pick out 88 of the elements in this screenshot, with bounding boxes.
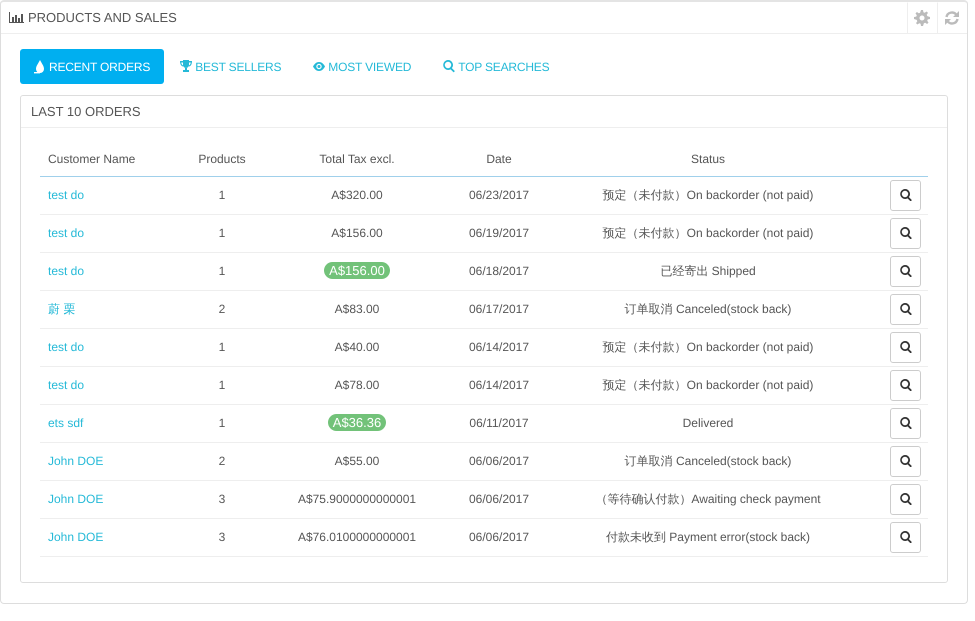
total-badge: A$156.00 xyxy=(324,262,390,280)
table-cell: 06/11/2017 xyxy=(469,416,529,430)
table-cell: 1 xyxy=(218,264,226,278)
table-cell: Delivered xyxy=(682,416,734,430)
table-cell: 06/23/2017 xyxy=(468,188,530,202)
table-cell: 1 xyxy=(218,188,226,202)
search-icon xyxy=(900,417,912,429)
column-header: Products xyxy=(198,152,246,166)
bar-chart-icon xyxy=(9,12,24,23)
drop-icon xyxy=(34,60,46,74)
table-cell: （等待确认付款）Awaiting check payment xyxy=(595,492,821,506)
table-cell: 预定（未付款）On backorder (not paid) xyxy=(602,340,814,354)
table-cell: 付款未收到 Payment error(stock back) xyxy=(606,530,810,544)
table-cell: A$75.9000000000001 xyxy=(298,492,416,506)
search-icon xyxy=(443,60,456,74)
table-cell: A$320.00 xyxy=(331,188,383,202)
search-icon xyxy=(900,189,912,201)
table-cell: 1 xyxy=(218,340,226,354)
tab[interactable]: RECENT ORDERS xyxy=(20,49,164,84)
table-cell: 3 xyxy=(218,492,226,506)
search-icon xyxy=(900,493,912,505)
view-button[interactable] xyxy=(890,294,921,324)
card-title: LAST 10 ORDERS xyxy=(31,102,141,121)
table-cell: A$83.00 xyxy=(334,302,380,316)
search-icon xyxy=(900,341,912,353)
table-cell: 06/14/2017 xyxy=(468,378,530,392)
table-cell: 订单取消 Canceled(stock back) xyxy=(624,302,792,316)
customer-link[interactable]: test do xyxy=(48,264,84,278)
table-cell: 06/14/2017 xyxy=(468,340,530,354)
column-header: Total Tax excl. xyxy=(319,152,395,166)
search-icon xyxy=(900,303,912,315)
table-cell: 已经寄出 Shipped xyxy=(660,264,756,278)
search-icon xyxy=(900,531,912,543)
view-button[interactable] xyxy=(890,370,921,400)
search-icon xyxy=(900,227,912,239)
column-header: Customer Name xyxy=(48,152,136,166)
table-cell: 订单取消 Canceled(stock back) xyxy=(624,454,792,468)
table-cell: 06/18/2017 xyxy=(468,264,530,278)
table-cell: 2 xyxy=(218,302,226,316)
table-cell: 3 xyxy=(218,530,226,544)
view-button[interactable] xyxy=(890,446,921,476)
customer-link[interactable]: test do xyxy=(48,378,84,392)
customer-link[interactable]: ets sdf xyxy=(48,416,84,430)
customer-link[interactable]: John DOE xyxy=(48,530,104,544)
table-cell: 预定（未付款）On backorder (not paid) xyxy=(602,378,814,392)
table-cell: A$78.00 xyxy=(334,378,380,392)
table-cell: A$40.00 xyxy=(334,340,380,354)
column-header: Status xyxy=(690,152,726,166)
table-cell: 1 xyxy=(218,378,226,392)
table-cell: 1 xyxy=(218,416,226,430)
table-cell: 1 xyxy=(218,226,226,240)
view-button[interactable] xyxy=(890,256,921,286)
customer-link[interactable]: test do xyxy=(48,226,84,240)
column-header: Date xyxy=(486,152,512,166)
search-icon xyxy=(900,455,912,467)
table-cell: 06/06/2017 xyxy=(468,454,530,468)
refresh-icon xyxy=(944,10,960,26)
table-cell: 06/17/2017 xyxy=(468,302,530,316)
customer-link[interactable]: 蔚 栗 xyxy=(48,302,76,316)
table-cell: 06/06/2017 xyxy=(468,530,530,544)
tab[interactable]: BEST SELLERS xyxy=(164,49,298,84)
customer-link[interactable]: test do xyxy=(48,340,84,354)
view-button[interactable] xyxy=(890,522,921,552)
trophy-icon xyxy=(180,60,192,74)
view-button[interactable] xyxy=(890,180,921,210)
table-cell: A$76.0100000000001 xyxy=(298,530,416,544)
view-button[interactable] xyxy=(890,408,921,438)
customer-link[interactable]: John DOE xyxy=(48,454,104,468)
table-cell: 预定（未付款）On backorder (not paid) xyxy=(602,188,814,202)
table-cell: A$55.00 xyxy=(334,454,380,468)
eye-icon xyxy=(313,60,326,74)
table-cell: 2 xyxy=(218,454,226,468)
view-button[interactable] xyxy=(890,332,921,362)
total-badge: A$36.36 xyxy=(328,414,386,432)
tab[interactable]: MOST VIEWED xyxy=(297,49,428,84)
tab[interactable]: TOP SEARCHES xyxy=(427,49,566,84)
table-cell: 06/06/2017 xyxy=(468,492,530,506)
customer-link[interactable]: John DOE xyxy=(48,492,104,506)
table-cell: A$156.00 xyxy=(331,226,383,240)
table-cell: 06/19/2017 xyxy=(468,226,530,240)
customer-link[interactable]: test do xyxy=(48,188,84,202)
search-icon xyxy=(900,265,912,277)
table-cell: 预定（未付款）On backorder (not paid) xyxy=(602,226,814,240)
panel-title: PRODUCTS AND SALES xyxy=(27,8,177,27)
search-icon xyxy=(900,379,912,391)
view-button[interactable] xyxy=(890,218,921,248)
gear-icon xyxy=(914,10,930,26)
view-button[interactable] xyxy=(890,484,921,514)
